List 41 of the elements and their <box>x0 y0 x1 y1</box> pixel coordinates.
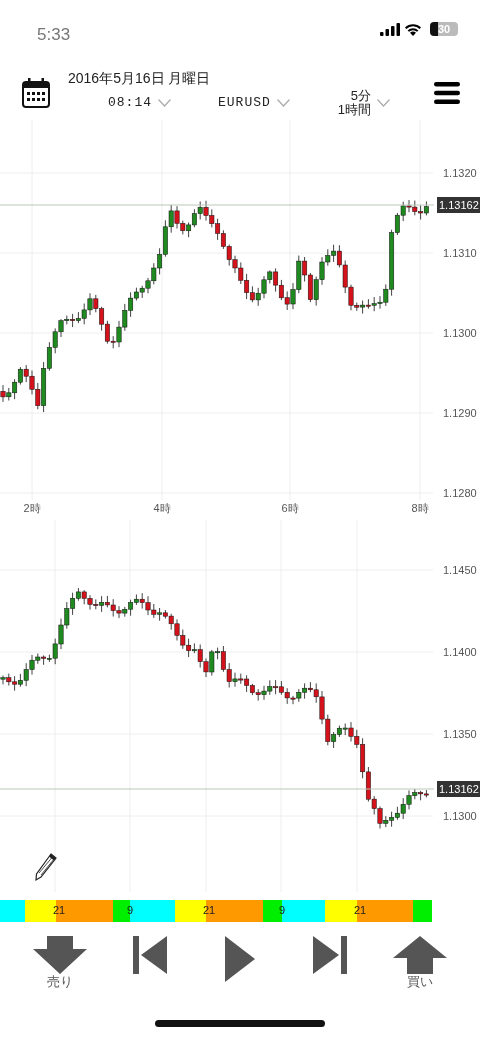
time-select[interactable]: 08:14 <box>108 93 171 113</box>
calendar-icon[interactable] <box>22 78 50 108</box>
arrow-up-icon <box>393 936 447 974</box>
symbol-select[interactable]: EURUSD <box>218 93 290 113</box>
time-axis-label: 6時 <box>281 502 299 514</box>
arrow-down-icon <box>33 936 87 974</box>
price-axis-label: 1.1310 <box>443 247 477 259</box>
time-axis-label: 8時 <box>411 502 429 514</box>
chevron-down-icon <box>276 99 290 107</box>
time-axis-label: 2時 <box>23 502 41 514</box>
price-axis-label: 1.1300 <box>443 327 477 339</box>
skip-forward-icon <box>313 936 347 974</box>
cycle-count: 9 <box>279 904 286 917</box>
current-price-tag: 1.13162 <box>437 781 480 797</box>
price-axis-label: 1.1280 <box>443 487 477 499</box>
price-axis-label: 1.1320 <box>443 167 477 179</box>
play-icon <box>225 936 255 982</box>
signal-icon <box>380 22 400 36</box>
battery-icon: 30 <box>430 22 458 36</box>
cycle-count: 9 <box>127 904 134 917</box>
wifi-icon <box>404 22 422 36</box>
price-axis-label: 1.1290 <box>443 407 477 419</box>
current-price-tag: 1.13162 <box>437 197 480 213</box>
sell-button[interactable]: 売り <box>15 936 105 990</box>
buy-button[interactable]: 買い <box>375 936 465 990</box>
timeframe-select[interactable]: 5分 1時間 <box>337 89 391 117</box>
price-axis-label: 1.1450 <box>443 564 477 576</box>
price-axis-label: 1.1400 <box>443 646 477 658</box>
time-axis-label: 4時 <box>153 502 171 514</box>
price-axis-label: 1.1350 <box>443 728 477 740</box>
menu-icon[interactable] <box>434 82 460 104</box>
price-axis-label: 1.1300 <box>443 810 477 822</box>
cycle-count: 21 <box>354 904 367 917</box>
date-label: 2016年5月16日 月曜日 <box>68 69 212 87</box>
cycle-count: 21 <box>53 904 66 917</box>
chevron-down-icon <box>158 99 171 107</box>
pencil-icon[interactable] <box>34 852 58 882</box>
skip-back-icon <box>133 936 167 974</box>
cycle-count: 21 <box>203 904 216 917</box>
clock-time: 5:33 <box>37 24 71 46</box>
chevron-down-icon <box>377 99 391 107</box>
